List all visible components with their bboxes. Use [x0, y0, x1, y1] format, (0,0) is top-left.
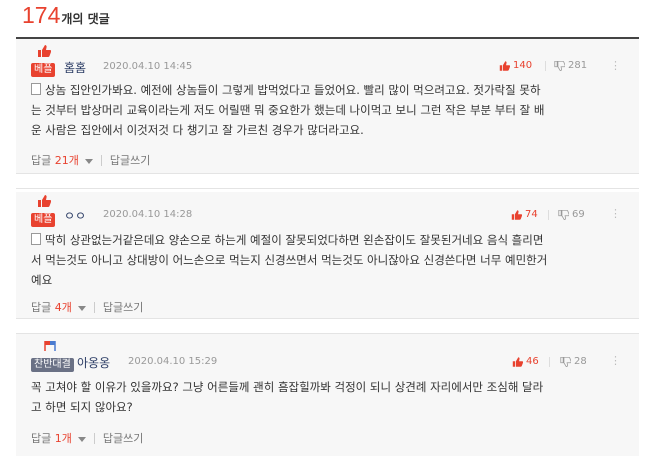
write-reply-button[interactable]: 답글쓰기: [103, 299, 143, 315]
downvote-count: 69: [572, 209, 585, 220]
thumbs-down-icon: [558, 209, 569, 220]
comment-author[interactable]: ㅇㅇ: [64, 207, 86, 224]
comment-date: 2020.04.10 15:29: [128, 356, 218, 367]
upvote-count: 46: [526, 356, 539, 367]
vote-divider: [548, 210, 549, 220]
write-reply-button[interactable]: 답글쓰기: [110, 152, 150, 168]
vote-divider: [545, 61, 546, 71]
comment-date: 2020.04.10 14:28: [103, 209, 193, 220]
more-options-icon[interactable]: ⋮: [610, 207, 621, 220]
chevron-down-icon: [77, 306, 86, 311]
more-options-icon[interactable]: ⋮: [610, 59, 621, 72]
upvote-count: 140: [513, 60, 533, 71]
comment-body: 꼭 고쳐야 할 이유가 있을까요? 그냥 어른들께 괜히 흠잡힐까봐 걱정이 되…: [31, 380, 544, 414]
downvote-button[interactable]: 69: [558, 209, 585, 220]
comment-count-label: 개의 댓글: [61, 12, 110, 26]
downvote-button[interactable]: 281: [554, 60, 587, 71]
vote-divider: [549, 357, 550, 367]
upvote-button[interactable]: 46: [512, 356, 539, 367]
thumbs-up-icon: [512, 356, 523, 367]
comment-body: 딱히 상관없는거같은데요 양손으로 하는게 예절이 잘못되었다하면 왼손잡이도 …: [31, 233, 548, 287]
best-badge-label: 베플: [31, 213, 56, 227]
versus-badge-label: 찬반대결: [31, 358, 74, 372]
comment-separator: [16, 173, 639, 189]
downvote-count: 281: [568, 60, 588, 71]
comment-count: 174: [22, 2, 61, 28]
more-options-icon[interactable]: ⋮: [610, 354, 621, 367]
comment-actions: 답글 1개 답글쓰기: [31, 430, 143, 446]
best-badge-label: 베플: [31, 63, 56, 77]
comment-body: 상놈 집안인가봐요. 예전에 상놈들이 그렇게 밥먹었다고 들었어요. 빨리 많…: [31, 83, 545, 137]
downvote-count: 28: [574, 356, 587, 367]
action-divider: [100, 154, 102, 166]
flags-icon: [44, 341, 56, 351]
thumbs-up-icon: [511, 209, 522, 220]
document-icon: [31, 233, 41, 245]
upvote-button[interactable]: 74: [511, 209, 538, 220]
document-icon: [31, 83, 41, 95]
chevron-down-icon: [77, 437, 86, 442]
thumbs-down-icon: [554, 60, 565, 71]
comment-author[interactable]: 아옹옹: [77, 354, 110, 371]
comment-author[interactable]: 홈홈: [64, 59, 86, 76]
comment-actions: 답글 4개 답글쓰기: [31, 299, 143, 315]
reply-toggle[interactable]: 답글 21개: [31, 152, 93, 168]
upvote-count: 74: [525, 209, 538, 220]
thumbs-up-icon: [499, 60, 510, 71]
comment-actions: 답글 21개 답글쓰기: [31, 152, 150, 168]
write-reply-button[interactable]: 답글쓰기: [103, 430, 143, 446]
thumbs-up-icon: [38, 195, 51, 207]
reply-toggle[interactable]: 답글 1개: [31, 430, 86, 446]
reply-toggle[interactable]: 답글 4개: [31, 299, 86, 315]
chevron-down-icon: [84, 159, 93, 164]
upvote-button[interactable]: 140: [499, 60, 532, 71]
thumbs-down-icon: [560, 356, 571, 367]
best-badge: 베플: [31, 45, 57, 77]
downvote-button[interactable]: 28: [560, 356, 587, 367]
best-badge: 베플: [31, 195, 57, 227]
comment-separator: [16, 318, 639, 334]
action-divider: [93, 301, 95, 313]
versus-badge: 찬반대결: [31, 340, 74, 372]
thumbs-up-icon: [38, 45, 51, 57]
comment-date: 2020.04.10 14:45: [103, 61, 193, 72]
action-divider: [93, 432, 95, 444]
comments-header: 174 개의 댓글: [22, 2, 110, 32]
